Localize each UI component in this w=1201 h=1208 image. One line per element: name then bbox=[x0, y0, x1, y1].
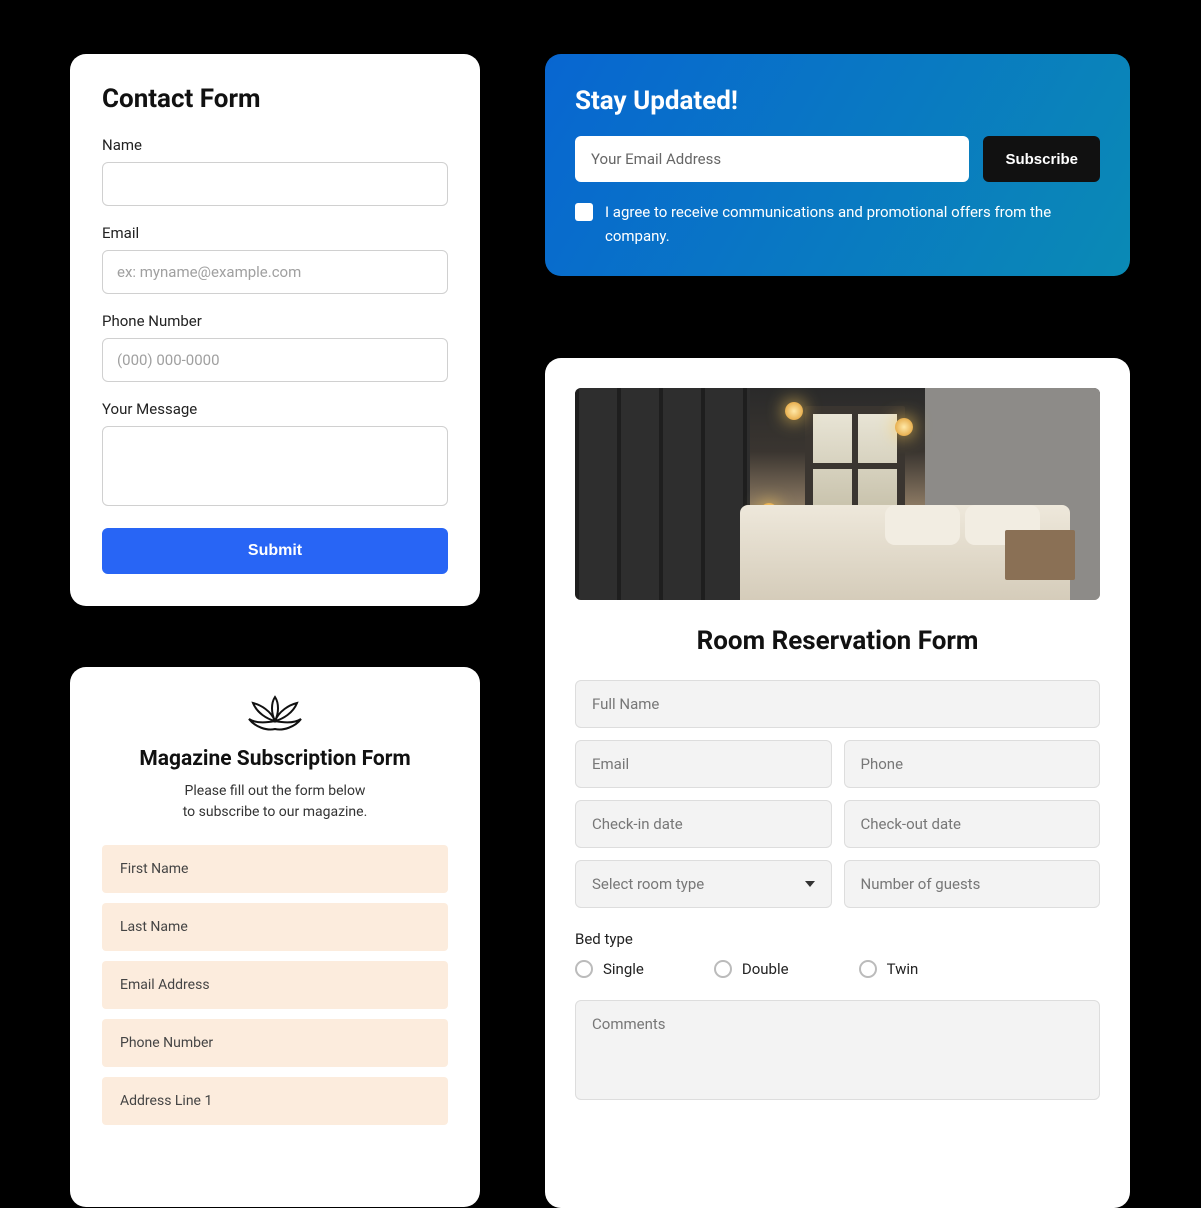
bed-single-radio[interactable]: Single bbox=[575, 960, 644, 978]
newsletter-email-input[interactable] bbox=[575, 136, 969, 182]
magazine-subtitle: Please fill out the form below to subscr… bbox=[102, 781, 448, 823]
bed-twin-radio[interactable]: Twin bbox=[859, 960, 919, 978]
phone-number-input[interactable]: Phone Number bbox=[102, 1019, 448, 1067]
room-email-input[interactable]: Email bbox=[575, 740, 832, 788]
checkout-input[interactable]: Check-out date bbox=[844, 800, 1101, 848]
guests-input[interactable]: Number of guests bbox=[844, 860, 1101, 908]
bed-type-label: Bed type bbox=[575, 930, 1100, 948]
room-type-select[interactable]: Select room type bbox=[575, 860, 832, 908]
chevron-down-icon bbox=[805, 881, 815, 887]
phone-label: Phone Number bbox=[102, 312, 448, 330]
newsletter-title: Stay Updated! bbox=[575, 86, 1100, 116]
phone-input[interactable] bbox=[102, 338, 448, 382]
contact-form-card: Contact Form Name Email Phone Number You… bbox=[70, 54, 480, 606]
checkin-input[interactable]: Check-in date bbox=[575, 800, 832, 848]
subscribe-button[interactable]: Subscribe bbox=[983, 136, 1100, 182]
magazine-card: Magazine Subscription Form Please fill o… bbox=[70, 667, 480, 1207]
email-address-input[interactable]: Email Address bbox=[102, 961, 448, 1009]
room-type-label: Select room type bbox=[592, 875, 704, 893]
message-label: Your Message bbox=[102, 400, 448, 418]
address-line-1-input[interactable]: Address Line 1 bbox=[102, 1077, 448, 1125]
full-name-input[interactable]: Full Name bbox=[575, 680, 1100, 728]
contact-form-title: Contact Form bbox=[102, 84, 448, 114]
first-name-input[interactable]: First Name bbox=[102, 845, 448, 893]
bed-double-radio[interactable]: Double bbox=[714, 960, 789, 978]
radio-icon bbox=[714, 960, 732, 978]
magazine-title: Magazine Subscription Form bbox=[102, 747, 448, 771]
radio-icon bbox=[859, 960, 877, 978]
email-label: Email bbox=[102, 224, 448, 242]
newsletter-card: Stay Updated! Subscribe I agree to recei… bbox=[545, 54, 1130, 276]
lotus-icon bbox=[102, 691, 448, 737]
email-input[interactable] bbox=[102, 250, 448, 294]
room-title: Room Reservation Form bbox=[575, 626, 1100, 656]
room-phone-input[interactable]: Phone bbox=[844, 740, 1101, 788]
message-textarea[interactable] bbox=[102, 426, 448, 506]
radio-icon bbox=[575, 960, 593, 978]
consent-text: I agree to receive communications and pr… bbox=[605, 200, 1100, 248]
name-input[interactable] bbox=[102, 162, 448, 206]
room-reservation-card: Room Reservation Form Full Name Email Ph… bbox=[545, 358, 1130, 1208]
last-name-input[interactable]: Last Name bbox=[102, 903, 448, 951]
submit-button[interactable]: Submit bbox=[102, 528, 448, 574]
name-label: Name bbox=[102, 136, 448, 154]
comments-textarea[interactable]: Comments bbox=[575, 1000, 1100, 1100]
consent-checkbox[interactable] bbox=[575, 203, 593, 221]
room-hero-image bbox=[575, 388, 1100, 600]
